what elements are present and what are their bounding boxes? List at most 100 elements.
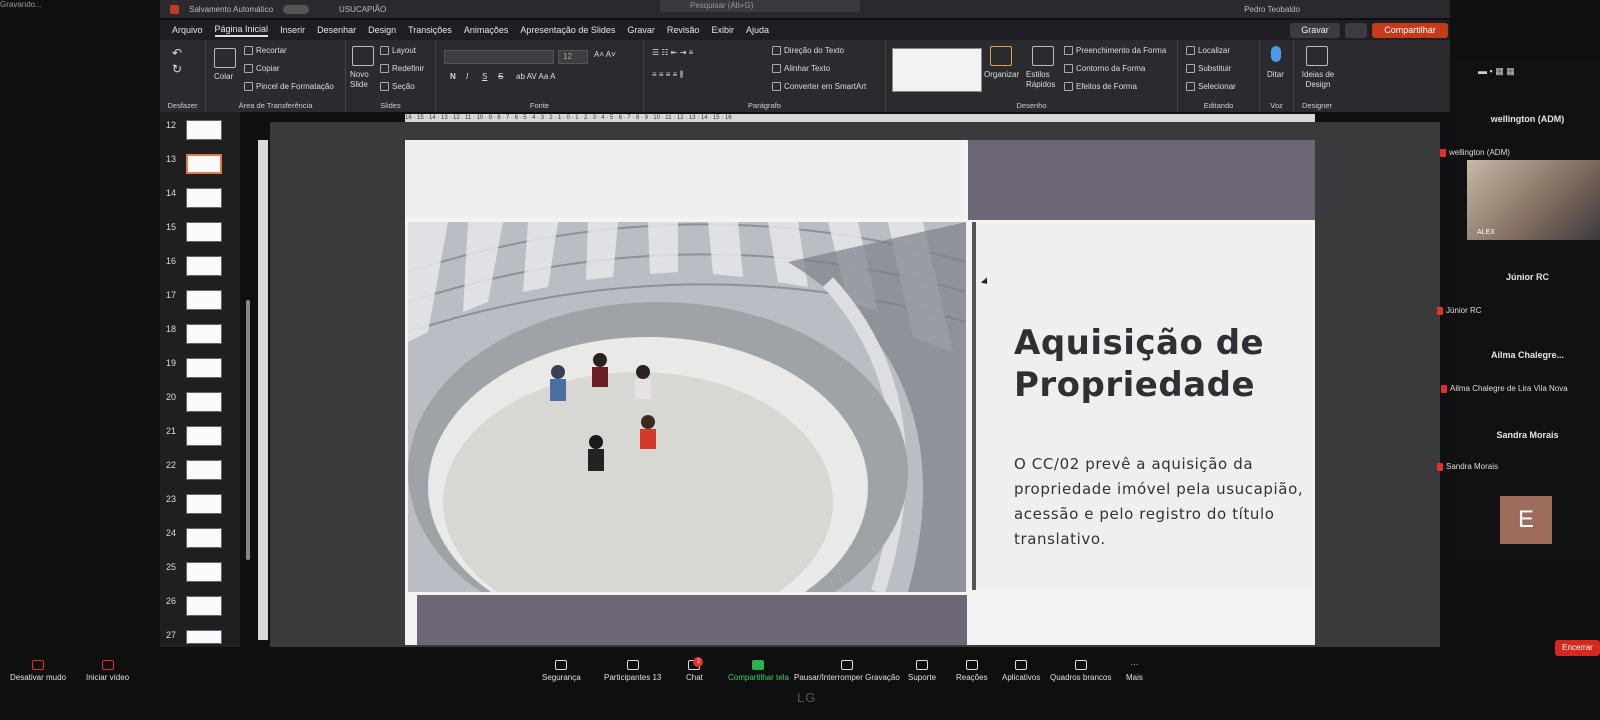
slide-body-text[interactable]: O CC/02 prevê a aquisição da propriedade…: [1014, 452, 1304, 552]
design-ideas-icon[interactable]: [1306, 46, 1328, 66]
microphone-icon[interactable]: [1271, 46, 1281, 62]
new-slide-icon[interactable]: [352, 46, 374, 66]
end-meeting-button[interactable]: Encerrar: [1555, 640, 1600, 656]
slide-thumbnail-selected[interactable]: [186, 154, 222, 174]
slide-thumbnail[interactable]: [186, 256, 222, 276]
mute-button[interactable]: Desativar mudo: [10, 660, 66, 682]
slide-thumbnail[interactable]: [186, 528, 222, 548]
paste-button[interactable]: Colar: [214, 72, 233, 81]
grow-font-icon[interactable]: A˄ A˅: [594, 50, 616, 59]
slide-thumbnail[interactable]: [186, 426, 222, 446]
underline-button[interactable]: S: [482, 72, 487, 81]
bullets-icon[interactable]: ☰ ☷ ⇤ ⇥ ≡: [652, 48, 693, 57]
find-button[interactable]: Localizar: [1186, 46, 1230, 56]
shapes-gallery[interactable]: [892, 48, 982, 92]
tab-inserir[interactable]: Inserir: [280, 25, 305, 35]
layout-button[interactable]: Layout: [380, 46, 416, 56]
search-input[interactable]: Pesquisar (Alt+G): [660, 0, 860, 12]
dictate-button[interactable]: Ditar: [1267, 70, 1284, 79]
slide-thumbnail[interactable]: [186, 120, 222, 140]
tab-arquivo[interactable]: Arquivo: [172, 25, 203, 35]
chat-icon: 2: [688, 657, 704, 670]
smartart-button[interactable]: Converter em SmartArt: [772, 82, 866, 92]
slide-thumbnail[interactable]: [186, 358, 222, 378]
arrange-icon[interactable]: [990, 46, 1012, 66]
select-button[interactable]: Selecionar: [1186, 82, 1236, 92]
slide-text-panel: Aquisição de Propriedade O CC/02 prevê a…: [972, 222, 1312, 590]
font-name-input[interactable]: [444, 50, 554, 64]
tab-exibir[interactable]: Exibir: [711, 25, 734, 35]
slide-thumbnail[interactable]: [186, 460, 222, 480]
slide-thumbnail[interactable]: [186, 188, 222, 208]
font-group-label: Fonte: [529, 101, 550, 110]
quick-styles-icon[interactable]: [1032, 46, 1054, 66]
shape-effects-button[interactable]: Efeitos de Forma: [1064, 82, 1137, 92]
shape-fill-button[interactable]: Preenchimento da Forma: [1064, 46, 1166, 56]
paste-icon[interactable]: [214, 48, 236, 68]
gallery-view-icons[interactable]: ▬ ▪ ▦ ▦: [1478, 66, 1515, 77]
chat-button[interactable]: 2 Chat: [686, 657, 704, 682]
align-text-button[interactable]: Alinhar Texto: [772, 64, 830, 74]
slide-thumbnail[interactable]: [186, 562, 222, 582]
copy-icon: [244, 64, 253, 74]
whiteboards-button[interactable]: Quadros brancos: [1050, 660, 1111, 682]
copy-button[interactable]: Copiar: [244, 64, 280, 74]
font-color-icon[interactable]: ab AV Aa A: [516, 72, 555, 81]
slide-thumbnail[interactable]: [186, 392, 222, 412]
align-icons[interactable]: ≡ ≡ ≡ ≡ ⫼: [652, 70, 683, 80]
autosave-toggle[interactable]: [283, 4, 310, 14]
tab-ajuda[interactable]: Ajuda: [746, 25, 769, 35]
voice-group: Ditar Voz: [1260, 40, 1294, 112]
shape-outline-button[interactable]: Contorno da Forma: [1064, 64, 1145, 74]
italic-button[interactable]: I: [466, 72, 468, 81]
pause-recording-button[interactable]: Pausar/Interromper Gravação: [794, 660, 900, 682]
undo-icon[interactable]: ↶: [172, 46, 182, 60]
tab-apresentacao[interactable]: Apresentação de Slides: [520, 25, 615, 35]
slide-photo[interactable]: [408, 222, 966, 592]
slide-top-band: [405, 140, 963, 218]
arrange-button[interactable]: Organizar: [984, 70, 1019, 79]
slide-thumbnail[interactable]: [186, 324, 222, 344]
tab-design[interactable]: Design: [368, 25, 396, 35]
slide-thumbnail[interactable]: [186, 290, 222, 310]
cut-button[interactable]: Recortar: [244, 46, 287, 56]
current-slide[interactable]: Aquisição de Propriedade O CC/02 prevê a…: [405, 140, 1315, 645]
text-direction-button[interactable]: Direção do Texto: [772, 46, 844, 56]
slides-group-label: Slides: [380, 101, 401, 110]
slide-thumbnail[interactable]: [186, 494, 222, 514]
design-ideas-button[interactable]: Ideias de Design: [1300, 70, 1336, 90]
quick-styles-button[interactable]: Estilos Rápidos: [1026, 70, 1058, 90]
slide-title[interactable]: Aquisição de Propriedade: [1014, 322, 1264, 406]
tab-gravar[interactable]: Gravar: [627, 25, 655, 35]
new-slide-button[interactable]: Novo Slide: [350, 70, 378, 90]
redo-icon[interactable]: ↻: [172, 62, 182, 76]
more-button[interactable]: ··· Mais: [1126, 660, 1143, 682]
apps-button[interactable]: Aplicativos: [1002, 660, 1040, 682]
record-button[interactable]: Gravar: [1290, 23, 1340, 38]
participants-button[interactable]: Participantes 13: [604, 660, 661, 682]
strikethrough-button[interactable]: S: [498, 72, 503, 81]
slide-thumbnail[interactable]: [186, 222, 222, 242]
tab-animacoes[interactable]: Animações: [464, 25, 509, 35]
bold-button[interactable]: N: [450, 72, 456, 81]
section-button[interactable]: Seção: [380, 82, 415, 92]
participant-video[interactable]: ALEX: [1467, 160, 1600, 240]
tab-pagina-inicial[interactable]: Página Inicial: [214, 24, 269, 37]
thumbnail-scrollbar[interactable]: [246, 300, 250, 560]
slide-thumbnail[interactable]: [186, 596, 222, 616]
slide-thumbnail[interactable]: [186, 630, 222, 644]
tab-desenhar[interactable]: Desenhar: [317, 25, 356, 35]
security-button[interactable]: Segurança: [542, 660, 581, 682]
start-video-button[interactable]: Iniciar vídeo: [86, 660, 129, 682]
reactions-button[interactable]: Reações: [956, 660, 988, 682]
format-painter-button[interactable]: Pincel de Formatação: [244, 82, 334, 92]
share-button[interactable]: Compartilhar: [1372, 23, 1448, 38]
share-screen-button[interactable]: Compartilhar tela: [728, 660, 789, 682]
tab-revisao[interactable]: Revisão: [667, 25, 700, 35]
font-size-input[interactable]: 12: [558, 50, 588, 64]
replace-button[interactable]: Substituir: [1186, 64, 1231, 74]
comments-button[interactable]: [1345, 23, 1367, 38]
support-button[interactable]: Suporte: [908, 660, 936, 682]
tab-transicoes[interactable]: Transições: [408, 25, 452, 35]
reset-button[interactable]: Redefinir: [380, 64, 424, 74]
